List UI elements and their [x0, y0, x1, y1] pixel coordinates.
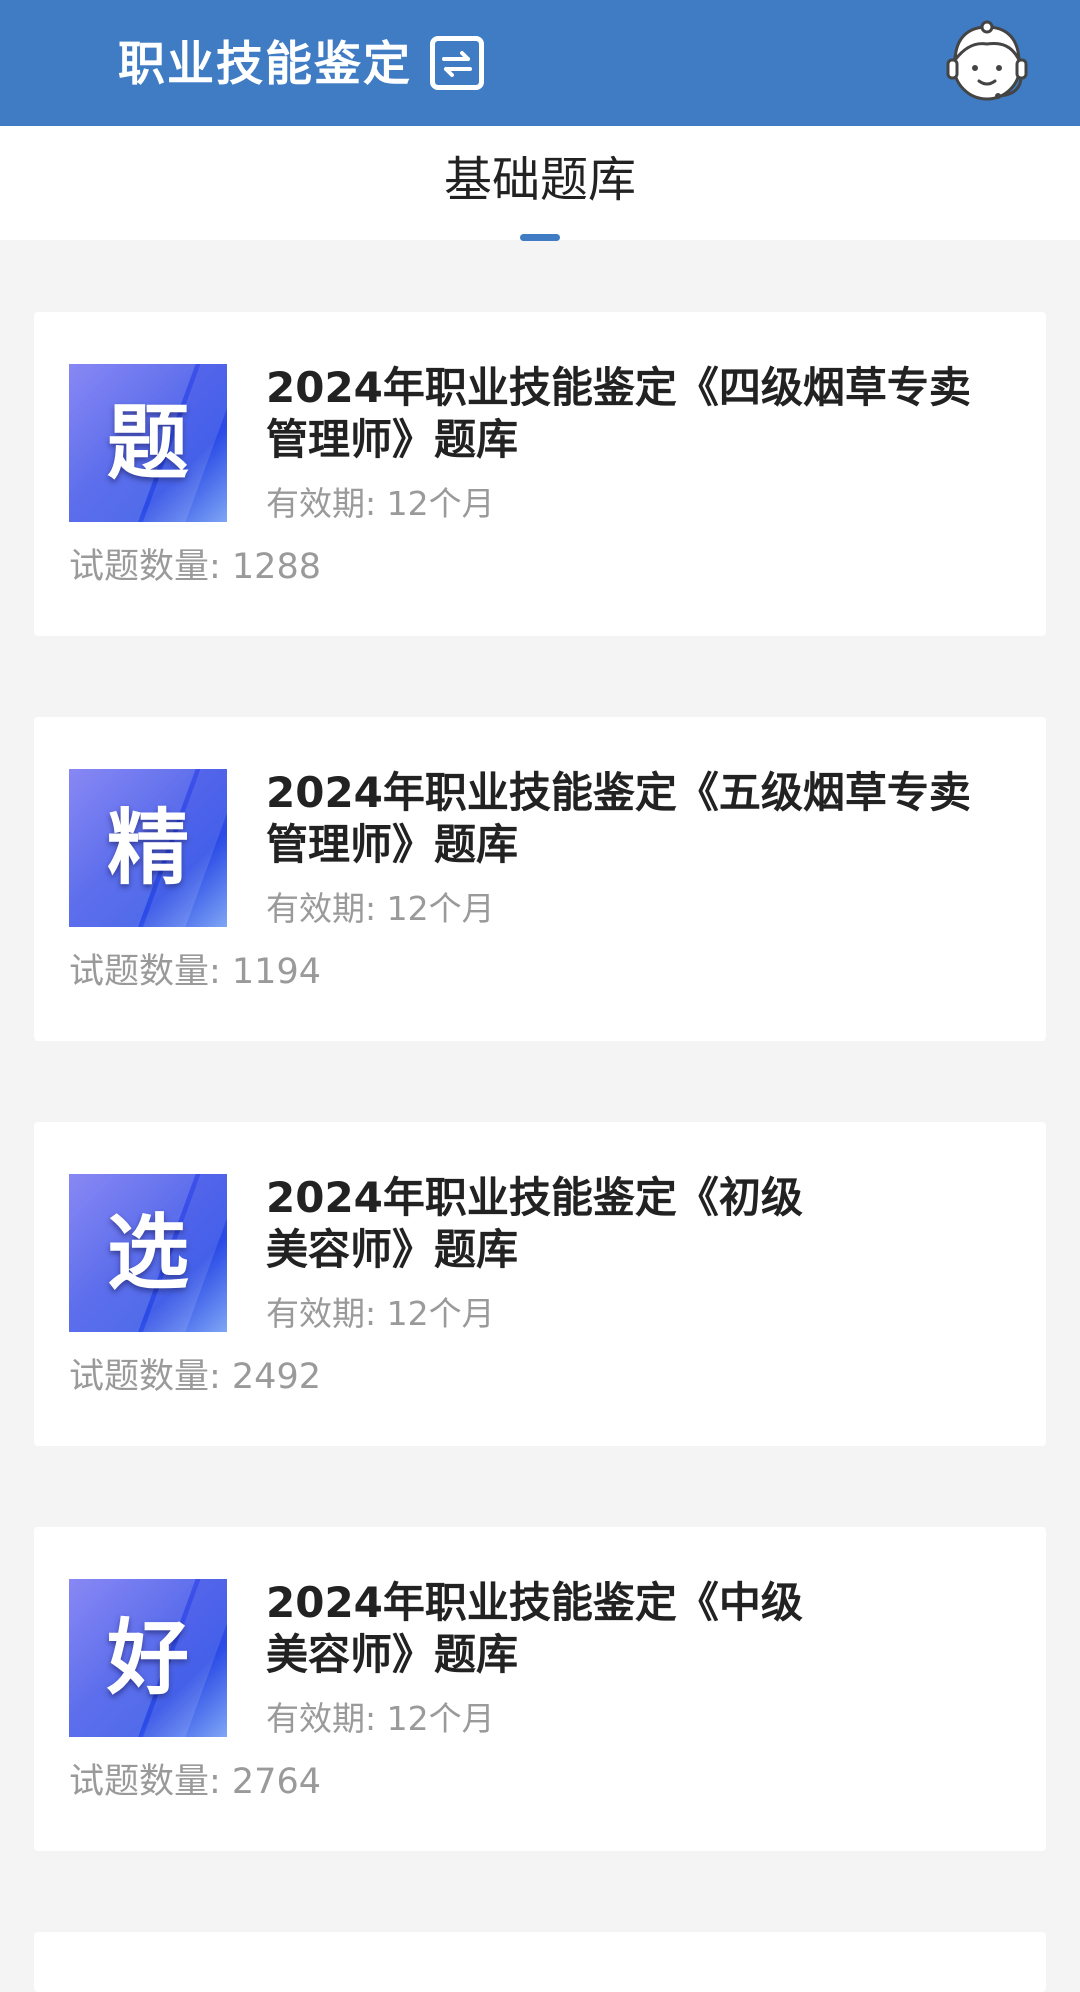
customer-service-button[interactable]: [946, 18, 1028, 108]
card-thumbnail: 选: [69, 1174, 227, 1332]
card-question-count: 试题数量: 1288: [69, 547, 321, 587]
question-bank-card[interactable]: [34, 1932, 1046, 1992]
thumbnail-character: 好: [106, 1610, 189, 1706]
card-validity: 有效期: 12个月: [266, 1699, 495, 1738]
card-title: 2024年职业技能鉴定《中级美容师》题库: [266, 1578, 803, 1679]
card-question-count: 试题数量: 1194: [69, 952, 321, 992]
tab-bar: 基础题库: [0, 126, 1080, 241]
card-title: 2024年职业技能鉴定《初级美容师》题库: [266, 1173, 803, 1274]
tab-basic-question-bank[interactable]: 基础题库: [0, 150, 1080, 210]
card-validity: 有效期: 12个月: [266, 1294, 495, 1333]
thumbnail-character: 题: [106, 395, 189, 491]
switch-button[interactable]: [430, 36, 484, 90]
question-bank-card[interactable]: 题 2024年职业技能鉴定《四级烟草专卖管理师》题库 有效期: 12个月 试题数…: [34, 312, 1046, 636]
switch-icon: [442, 51, 472, 77]
card-validity: 有效期: 12个月: [266, 889, 495, 928]
question-bank-card[interactable]: 精 2024年职业技能鉴定《五级烟草专卖管理师》题库 有效期: 12个月 试题数…: [34, 717, 1046, 1041]
thumbnail-character: 精: [106, 800, 189, 896]
card-question-count: 试题数量: 2764: [69, 1762, 321, 1802]
thumbnail-character: 选: [106, 1205, 189, 1301]
card-title: 2024年职业技能鉴定《五级烟草专卖管理师》题库: [266, 768, 971, 869]
card-question-count: 试题数量: 2492: [69, 1357, 321, 1397]
app-header: 职业技能鉴定: [0, 0, 1080, 126]
customer-service-icon: [946, 20, 1028, 101]
app-title: 职业技能鉴定: [118, 37, 412, 92]
card-thumbnail: 题: [69, 364, 227, 522]
card-validity: 有效期: 12个月: [266, 484, 495, 523]
question-bank-card[interactable]: 好 2024年职业技能鉴定《中级美容师》题库 有效期: 12个月 试题数量: 2…: [34, 1527, 1046, 1851]
card-thumbnail: 好: [69, 1579, 227, 1737]
card-thumbnail: 精: [69, 769, 227, 927]
active-tab-indicator: [520, 234, 560, 241]
question-bank-card[interactable]: 选 2024年职业技能鉴定《初级美容师》题库 有效期: 12个月 试题数量: 2…: [34, 1122, 1046, 1446]
card-title: 2024年职业技能鉴定《四级烟草专卖管理师》题库: [266, 363, 971, 464]
